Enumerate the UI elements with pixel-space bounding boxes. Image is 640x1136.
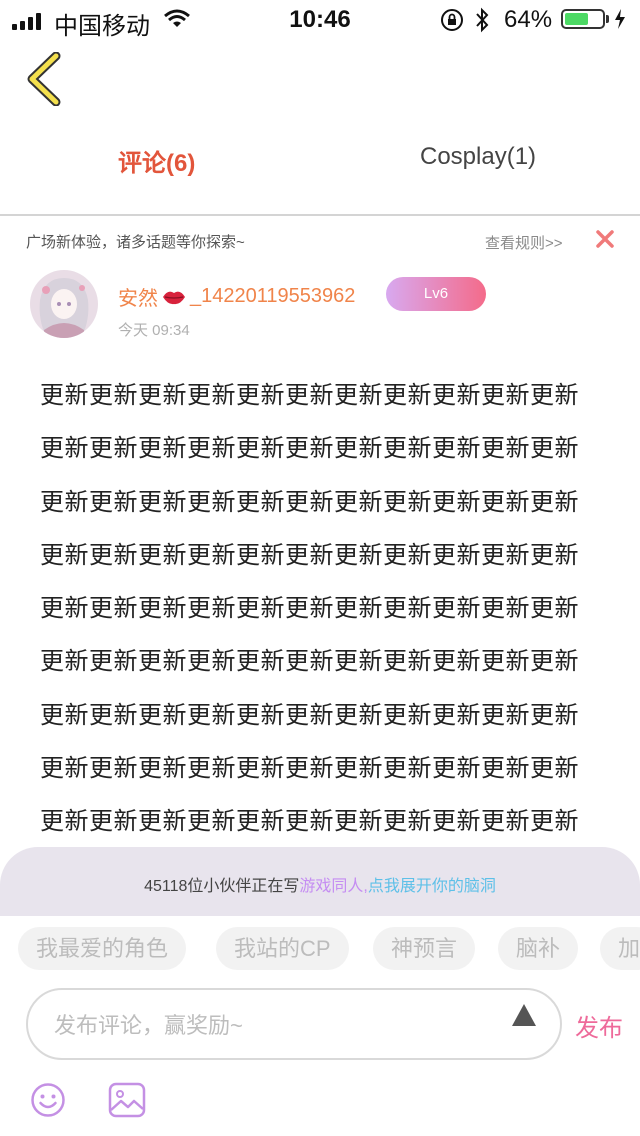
battery-cap bbox=[606, 15, 609, 23]
avatar-image bbox=[30, 270, 98, 338]
comment-input[interactable] bbox=[52, 1008, 496, 1044]
view-rules-link[interactable]: 查看规则>> bbox=[485, 232, 563, 253]
invite-topic: 游戏同人, bbox=[299, 878, 368, 895]
tab-cosplay[interactable]: Cosplay(1) bbox=[420, 143, 536, 171]
tab-comments[interactable]: 评论(6) bbox=[118, 143, 195, 178]
invite-text: 45118位小伙伴正在写游戏同人,点我展开你的脑洞 bbox=[0, 872, 640, 896]
avatar[interactable] bbox=[30, 270, 98, 338]
username[interactable]: 安然 _14220119553962 bbox=[118, 282, 355, 311]
content-line: 更新更新更新更新更新更新更新更新更新更新更新 bbox=[40, 648, 579, 676]
emoji-icon[interactable] bbox=[30, 1082, 66, 1118]
topic-chips: 我最爱的角色 我站的CP 神预言 脑补 加 bbox=[0, 916, 640, 980]
back-arrow-icon bbox=[27, 51, 61, 107]
content-line: 更新更新更新更新更新更新更新更新更新更新更新 bbox=[40, 595, 579, 623]
publish-button[interactable]: 发布 bbox=[575, 1008, 623, 1043]
content-line: 更新更新更新更新更新更新更新更新更新更新更新 bbox=[40, 382, 579, 409]
battery-icon bbox=[561, 9, 605, 29]
username-suffix: _14220119553962 bbox=[190, 285, 356, 307]
lips-icon bbox=[163, 291, 185, 304]
content-line: 更新更新更新更新更新更新更新更新更新更新更新 bbox=[40, 541, 579, 569]
topic-chip-prophecy[interactable]: 神预言 bbox=[373, 927, 476, 970]
invite-cta: 点我展开你的脑洞 bbox=[367, 878, 496, 895]
bluetooth-icon bbox=[476, 7, 489, 33]
status-bar: 中国移动 10:46 64% bbox=[0, 0, 640, 40]
notice-text: 广场新体验，诸多话题等你探索~ bbox=[26, 234, 245, 251]
post-content: 更新更新更新更新更新更新更新更新更新更新更新 更新更新更新更新更新更新更新更新更… bbox=[40, 369, 600, 849]
close-icon[interactable] bbox=[594, 228, 616, 250]
topic-chip-favorite-character[interactable]: 我最爱的角色 bbox=[18, 927, 187, 970]
image-icon[interactable] bbox=[108, 1082, 146, 1118]
level-badge: Lv6 bbox=[386, 277, 486, 311]
content-line: 更新更新更新更新更新更新更新更新更新更新更新 bbox=[40, 755, 579, 783]
content-line: 更新更新更新更新更新更新更新更新更新更新更新 bbox=[40, 488, 579, 516]
content-line: 更新更新更新更新更新更新更新更新更新更新更新 bbox=[40, 808, 579, 836]
username-prefix: 安然 bbox=[118, 288, 158, 310]
invite-prefix: 45118位小伙伴正在写 bbox=[144, 878, 300, 895]
topic-chip-my-cp[interactable]: 我站的CP bbox=[216, 927, 349, 970]
write-invite-banner[interactable]: 45118位小伙伴正在写游戏同人,点我展开你的脑洞 bbox=[0, 847, 640, 916]
topic-chip-more[interactable]: 加 bbox=[600, 927, 640, 970]
topic-chip-imagination[interactable]: 脑补 bbox=[498, 927, 579, 970]
tab-bar: 评论(6) Cosplay(1) bbox=[0, 128, 640, 216]
expand-triangle-icon[interactable] bbox=[512, 1004, 536, 1026]
rotation-lock-icon bbox=[441, 9, 463, 31]
content-line: 更新更新更新更新更新更新更新更新更新更新更新 bbox=[40, 435, 579, 463]
post-time: 今天 09:34 bbox=[118, 322, 190, 339]
content-line: 更新更新更新更新更新更新更新更新更新更新更新 bbox=[40, 701, 579, 729]
battery-percent: 64% bbox=[504, 6, 553, 33]
comment-composer bbox=[26, 988, 562, 1060]
charging-icon bbox=[615, 9, 625, 29]
back-button[interactable] bbox=[26, 51, 62, 111]
